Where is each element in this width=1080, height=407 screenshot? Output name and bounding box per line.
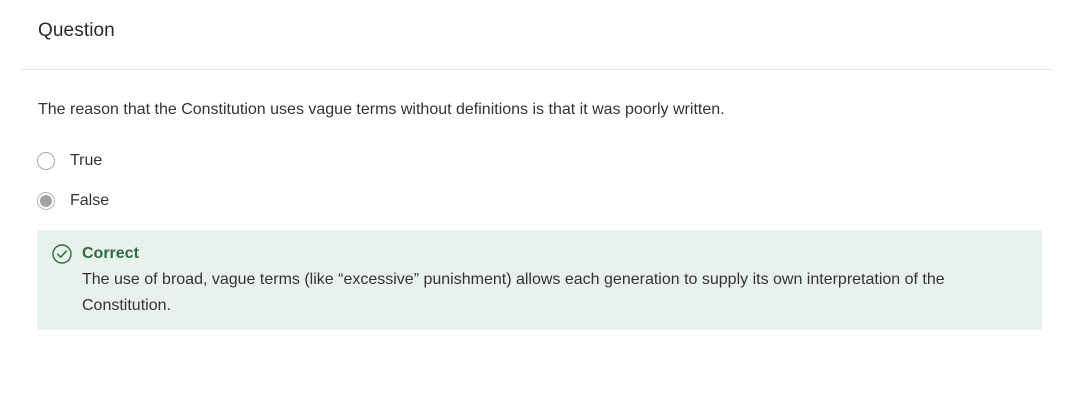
- option-false[interactable]: False: [37, 192, 109, 210]
- check-circle-icon: [52, 244, 72, 264]
- option-true[interactable]: True: [37, 152, 102, 170]
- option-true-label: True: [70, 152, 103, 169]
- feedback-explanation: The use of broad, vague terms (like “exc…: [82, 271, 945, 314]
- question-card: Question The reason that the Constitutio…: [0, 0, 1080, 407]
- feedback-panel: Correct The use of broad, vague terms (l…: [37, 230, 1042, 330]
- feedback-status: Correct: [82, 245, 139, 262]
- radio-true[interactable]: [37, 152, 55, 170]
- option-false-label: False: [70, 192, 110, 209]
- question-heading: Question: [38, 20, 115, 41]
- radio-selected-dot: [40, 195, 52, 207]
- question-prompt: The reason that the Constitution uses va…: [38, 101, 725, 118]
- header-divider: [21, 69, 1053, 70]
- radio-false-selected[interactable]: [37, 192, 55, 210]
